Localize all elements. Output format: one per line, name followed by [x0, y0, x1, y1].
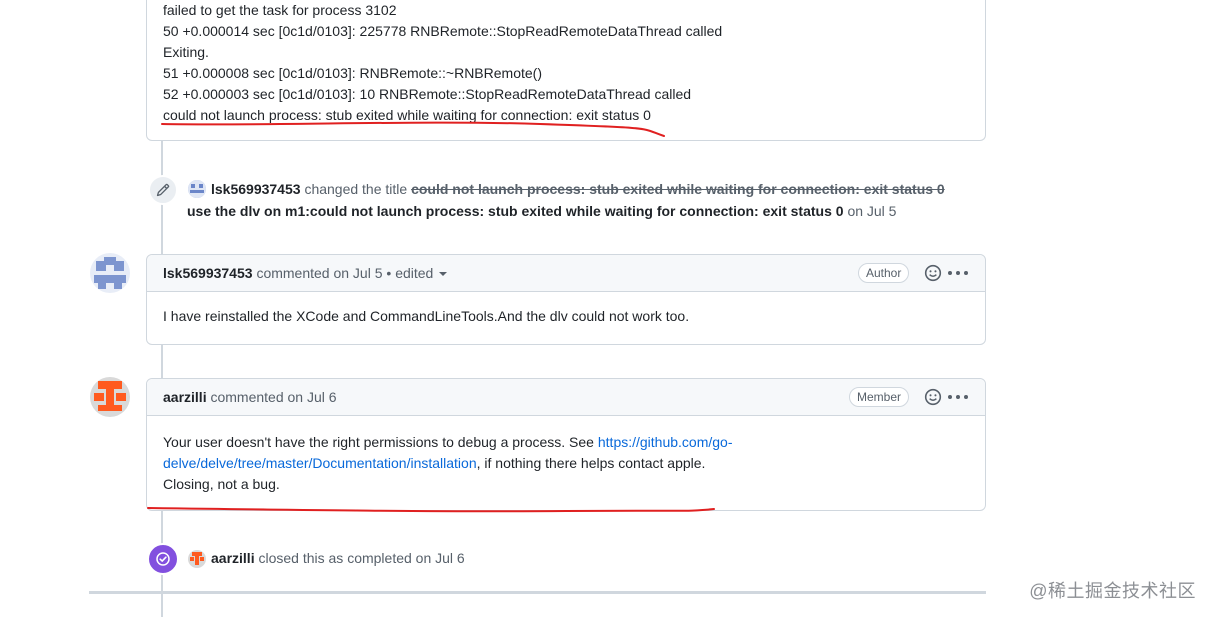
- comment-author[interactable]: lsk569937453: [163, 265, 253, 281]
- watermark: @稀土掘金技术社区: [1029, 581, 1196, 601]
- red-annotation-underline: [161, 121, 665, 137]
- comment-header: lsk569937453 commented on Jul 5 • edited…: [147, 255, 985, 292]
- event-user-link[interactable]: aarzilli: [211, 550, 255, 566]
- event-action: changed the title: [304, 181, 408, 197]
- check-circle-icon: [147, 543, 179, 575]
- closed-description: closed this as completed on Jul 6: [258, 550, 465, 566]
- old-title: could not launch process: stub exited wh…: [411, 181, 945, 197]
- chevron-down-icon[interactable]: [439, 272, 448, 277]
- comment-body: I have reinstalled the XCode and Command…: [163, 308, 690, 324]
- pencil-icon: [148, 175, 178, 205]
- comment-author-line: aarzilli commented on Jul 6: [163, 389, 337, 405]
- title-change-line2: use the dlv on m1:could not launch proce…: [187, 203, 896, 219]
- comment-card: aarzilli commented on Jul 6 Member Your …: [146, 378, 986, 511]
- comment-text: Your user doesn't have the right permiss…: [163, 434, 598, 450]
- comment-date[interactable]: commented on Jul 6: [210, 389, 336, 405]
- comment-text: Closing, not a bug.: [163, 476, 280, 492]
- docs-link[interactable]: delve/delve/tree/master/Documentation/in…: [163, 455, 477, 471]
- member-badge: Member: [849, 387, 910, 407]
- user-avatar-small[interactable]: [188, 180, 206, 198]
- author-badge: Author: [858, 263, 910, 283]
- log-line: 51 +0.000008 sec [0c1d/0103]: RNBRemote:…: [163, 65, 542, 81]
- closed-event-text: aarzilli closed this as completed on Jul…: [211, 550, 465, 566]
- log-line: 52 +0.000003 sec [0c1d/0103]: 10 RNBRemo…: [163, 86, 692, 102]
- comment-text: , if nothing there helps contact apple.: [476, 455, 706, 471]
- smiley-icon[interactable]: [924, 264, 942, 282]
- user-avatar-small[interactable]: [188, 550, 206, 568]
- kebab-menu-icon[interactable]: [948, 388, 968, 406]
- title-change-line1: lsk569937453 changed the title could not…: [211, 181, 945, 197]
- new-title: use the dlv on m1:could not launch proce…: [187, 203, 844, 219]
- kebab-menu-icon[interactable]: [948, 264, 968, 282]
- edited-indicator[interactable]: • edited: [386, 265, 433, 281]
- smiley-icon[interactable]: [924, 388, 942, 406]
- red-annotation-underline: [147, 507, 715, 513]
- docs-link[interactable]: https://github.com/go-: [598, 434, 733, 450]
- log-lines: failed to get the task for process 3102 …: [163, 0, 722, 126]
- user-avatar[interactable]: [90, 377, 130, 417]
- log-line: 50 +0.000014 sec [0c1d/0103]: 225778 RNB…: [163, 23, 723, 39]
- log-line: failed to get the task for process 3102: [163, 2, 397, 18]
- log-line: Exiting.: [163, 44, 209, 60]
- comment-date[interactable]: commented on Jul 5: [256, 265, 382, 281]
- timeline-divider: [89, 591, 986, 594]
- comment-header: aarzilli commented on Jul 6 Member: [147, 379, 985, 416]
- user-avatar[interactable]: [90, 253, 130, 293]
- comment-body: Your user doesn't have the right permiss…: [147, 416, 985, 511]
- comment-author-line: lsk569937453 commented on Jul 5 • edited: [163, 265, 448, 281]
- event-user-link[interactable]: lsk569937453: [211, 181, 301, 197]
- comment-author[interactable]: aarzilli: [163, 389, 207, 405]
- event-date[interactable]: on Jul 5: [847, 203, 896, 219]
- comment-card: lsk569937453 commented on Jul 5 • edited…: [146, 254, 986, 345]
